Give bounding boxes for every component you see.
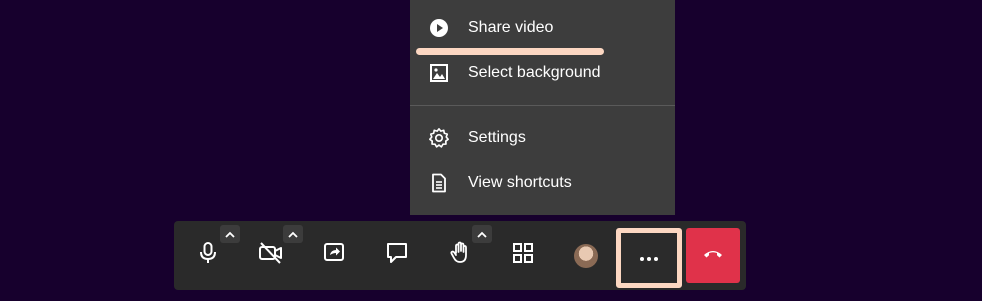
menu-item-label: View shortcuts — [468, 174, 572, 191]
avatar — [574, 243, 598, 268]
chat-button[interactable] — [369, 221, 425, 290]
more-options-menu: Share video Select background Settings V… — [410, 0, 675, 215]
hang-up-button[interactable] — [686, 228, 740, 283]
participants-button[interactable] — [558, 221, 614, 290]
menu-item-label: Select background — [468, 64, 601, 81]
reactions-caret[interactable] — [472, 225, 492, 243]
share-screen-icon — [323, 242, 345, 269]
menu-item-select-background[interactable]: Select background — [410, 53, 675, 93]
meeting-toolbar — [174, 221, 746, 290]
chevron-up-icon — [477, 225, 487, 243]
camera-off-icon — [258, 242, 284, 269]
image-icon — [428, 62, 450, 84]
more-options-button[interactable] — [616, 228, 682, 288]
menu-item-settings[interactable]: Settings — [410, 118, 675, 158]
menu-divider — [410, 105, 675, 106]
gear-icon — [428, 127, 450, 149]
chat-icon — [386, 242, 408, 269]
menu-item-share-video[interactable]: Share video — [410, 8, 675, 48]
microphone-icon — [197, 241, 219, 270]
menu-item-view-shortcuts[interactable]: View shortcuts — [410, 163, 675, 203]
play-circle-icon — [428, 17, 450, 39]
tile-view-button[interactable] — [495, 221, 551, 290]
menu-item-label: Share video — [468, 19, 554, 36]
document-icon — [428, 172, 450, 194]
more-options-icon — [639, 249, 659, 267]
chevron-up-icon — [288, 225, 298, 243]
share-screen-button[interactable] — [306, 221, 362, 290]
chevron-up-icon — [225, 225, 235, 243]
menu-item-label: Settings — [468, 129, 526, 146]
camera-options-caret[interactable] — [283, 225, 303, 243]
tile-view-icon — [512, 242, 534, 269]
hang-up-icon — [702, 247, 724, 265]
raise-hand-icon — [449, 241, 471, 270]
microphone-options-caret[interactable] — [220, 225, 240, 243]
